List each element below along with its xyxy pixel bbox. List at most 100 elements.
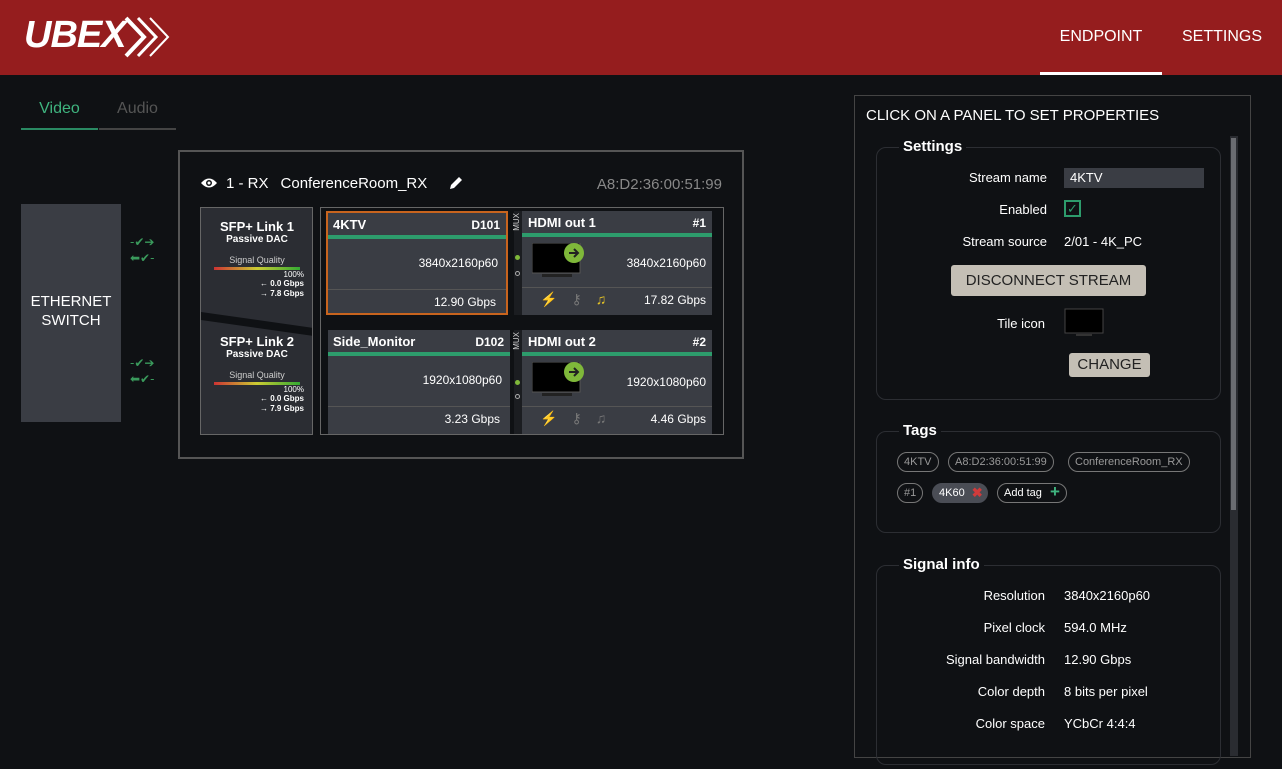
output-tile-hdmi-2[interactable]: MUX HDMI out 2 #2 1920x1080p60 ⚡ ⚷ ♫ 4.4… <box>512 330 712 434</box>
link1-traffic-arrows-icon: -✔➔ ⬅✔- <box>130 235 154 264</box>
monitor-icon <box>532 362 584 396</box>
audio-note-icon: ♫ <box>595 410 607 426</box>
power-plug-icon: ⚡ <box>540 291 558 307</box>
nav-settings[interactable]: SETTINGS <box>1182 28 1262 75</box>
mux-indicator-dot <box>515 394 520 399</box>
signal-quality-value: 100% <box>283 270 304 279</box>
stream-name: 4KTV <box>333 217 367 232</box>
monitor-icon <box>532 243 584 277</box>
divider <box>328 289 506 290</box>
settings-section: Settings Stream name 4KTV Enabled ✓ Stre… <box>876 138 1221 400</box>
mux-label: MUX <box>512 332 521 350</box>
stream-tile-4ktv[interactable]: 4KTV D101 3840x2160p60 12.90 Gbps <box>326 211 508 315</box>
sfp-links-panel[interactable]: SFP+ Link 1 Passive DAC Signal Quality 1… <box>200 207 313 435</box>
link2-traffic-arrows-icon: -✔➔ ⬅✔- <box>130 356 154 385</box>
link-tx-rate: → 7.8 Gbps <box>259 289 304 298</box>
stream-output-panel: 4KTV D101 3840x2160p60 12.90 Gbps Side_M… <box>320 207 724 435</box>
stream-name: Side_Monitor <box>333 334 416 349</box>
tile-monitor-icon <box>1064 308 1104 336</box>
field-label: Stream source <box>962 234 1047 249</box>
link-title: SFP+ Link 1 <box>219 219 295 234</box>
field-label: Signal bandwidth <box>945 652 1045 667</box>
add-tag-button[interactable]: Add tag + <box>997 482 1067 503</box>
stream-name-input[interactable]: 4KTV <box>1064 168 1204 188</box>
tag-chip-active[interactable]: 4K60 ✖ <box>932 483 988 503</box>
divider <box>522 406 712 407</box>
output-resolution: 3840x2160p60 <box>626 256 706 270</box>
divider <box>328 406 510 407</box>
tab-audio[interactable]: Audio <box>99 100 176 130</box>
tag-label: 4K60 <box>939 487 965 499</box>
stream-status-bar <box>328 352 510 356</box>
svg-text:⬅✔-: ⬅✔- <box>130 372 154 385</box>
signal-value: 8 bits per pixel <box>1064 684 1148 699</box>
panel-title: CLICK ON A PANEL TO SET PROPERTIES <box>866 107 1160 124</box>
output-bandwidth: 4.46 Gbps <box>650 412 706 426</box>
eye-icon[interactable] <box>200 177 218 189</box>
key-icon: ⚷ <box>571 291 582 307</box>
nav-endpoint[interactable]: ENDPOINT <box>1040 28 1162 75</box>
output-name: HDMI out 2 <box>528 334 596 349</box>
section-heading: Settings <box>899 138 967 155</box>
device-mac: A8:D2:36:00:51:99 <box>596 176 722 193</box>
tag-chip[interactable]: 4KTV <box>897 452 939 472</box>
tags-section: Tags 4KTV A8:D2:36:00:51:99 ConferenceRo… <box>876 422 1221 533</box>
mux-indicator-dot <box>515 255 520 260</box>
sfp-link-1[interactable]: SFP+ Link 1 Passive DAC Signal Quality 1… <box>208 219 306 299</box>
audio-note-icon: ♫ <box>595 291 607 307</box>
stream-resolution: 1920x1080p60 <box>422 373 502 387</box>
remove-tag-icon[interactable]: ✖ <box>972 485 983 501</box>
link-title: SFP+ Link 2 <box>219 334 295 349</box>
stream-status-bar <box>328 235 506 239</box>
sfp-link-2[interactable]: SFP+ Link 2 Passive DAC Signal Quality 1… <box>208 334 306 414</box>
field-label: Color space <box>975 716 1045 731</box>
stream-resolution: 3840x2160p60 <box>418 256 498 270</box>
device-title: 1 - RX ConferenceRoom_RX <box>200 174 465 192</box>
stream-tile-side-monitor[interactable]: Side_Monitor D102 1920x1080p60 3.23 Gbps <box>328 330 510 434</box>
scrollbar-thumb[interactable] <box>1231 138 1236 510</box>
panel-scrollbar[interactable] <box>1230 136 1238 756</box>
mux-indicator-dot <box>515 380 520 385</box>
svg-text:⬅✔-: ⬅✔- <box>130 251 154 264</box>
tab-video[interactable]: Video <box>21 100 98 130</box>
mux-strip[interactable]: MUX <box>512 330 522 434</box>
field-label: Stream name <box>968 170 1047 185</box>
mux-strip[interactable]: MUX <box>512 211 522 315</box>
logo-text: UBEX <box>24 14 127 56</box>
signal-value: 594.0 MHz <box>1064 620 1127 635</box>
ethernet-switch[interactable]: ETHERNET SWITCH <box>21 204 121 422</box>
tag-chip[interactable]: A8:D2:36:00:51:99 <box>948 452 1054 472</box>
output-resolution: 1920x1080p60 <box>626 375 706 389</box>
change-icon-button[interactable]: CHANGE <box>1069 353 1150 377</box>
field-label: Tile icon <box>997 316 1045 331</box>
field-label: Enabled <box>999 202 1047 217</box>
ubex-logo: UBEX <box>22 8 172 66</box>
signal-info-section: Signal info Resolution 3840x2160p60 Pixe… <box>876 556 1221 765</box>
enabled-checkbox[interactable]: ✓ <box>1064 200 1081 217</box>
tag-chip[interactable]: #1 <box>897 483 924 503</box>
section-heading: Tags <box>899 422 941 439</box>
add-tag-label: Add tag <box>1004 487 1042 499</box>
device-name: ConferenceRoom_RX <box>280 174 428 192</box>
output-bandwidth: 17.82 Gbps <box>643 293 706 307</box>
svg-text:-✔➔: -✔➔ <box>130 356 154 370</box>
output-status-bar <box>522 233 712 237</box>
divider <box>522 287 712 288</box>
signal-quality-label: Signal Quality <box>229 255 285 265</box>
device-card[interactable]: 1 - RX ConferenceRoom_RX A8:D2:36:00:51:… <box>178 150 744 459</box>
svg-text:-✔➔: -✔➔ <box>130 235 154 249</box>
output-status-icons: ⚡ ⚷ ♫ <box>540 410 606 427</box>
device-id: 1 - RX <box>226 174 269 192</box>
link-type: Passive DAC <box>226 349 288 360</box>
disconnect-stream-button[interactable]: DISCONNECT STREAM <box>951 265 1146 296</box>
output-id: #2 <box>692 335 706 349</box>
logo-chevrons-icon <box>124 16 170 58</box>
link-tx-rate: → 7.9 Gbps <box>259 404 304 413</box>
link-rx-rate: ← 0.0 Gbps <box>259 394 304 403</box>
top-bar: UBEX ENDPOINT SETTINGS <box>0 0 1282 75</box>
tag-chip[interactable]: ConferenceRoom_RX <box>1068 452 1190 472</box>
power-plug-icon: ⚡ <box>540 410 558 426</box>
stream-id: D102 <box>475 335 504 349</box>
edit-pencil-icon[interactable] <box>447 174 465 192</box>
output-tile-hdmi-1[interactable]: MUX HDMI out 1 #1 3840x2160p60 ⚡ ⚷ ♫ 17.… <box>512 211 712 315</box>
